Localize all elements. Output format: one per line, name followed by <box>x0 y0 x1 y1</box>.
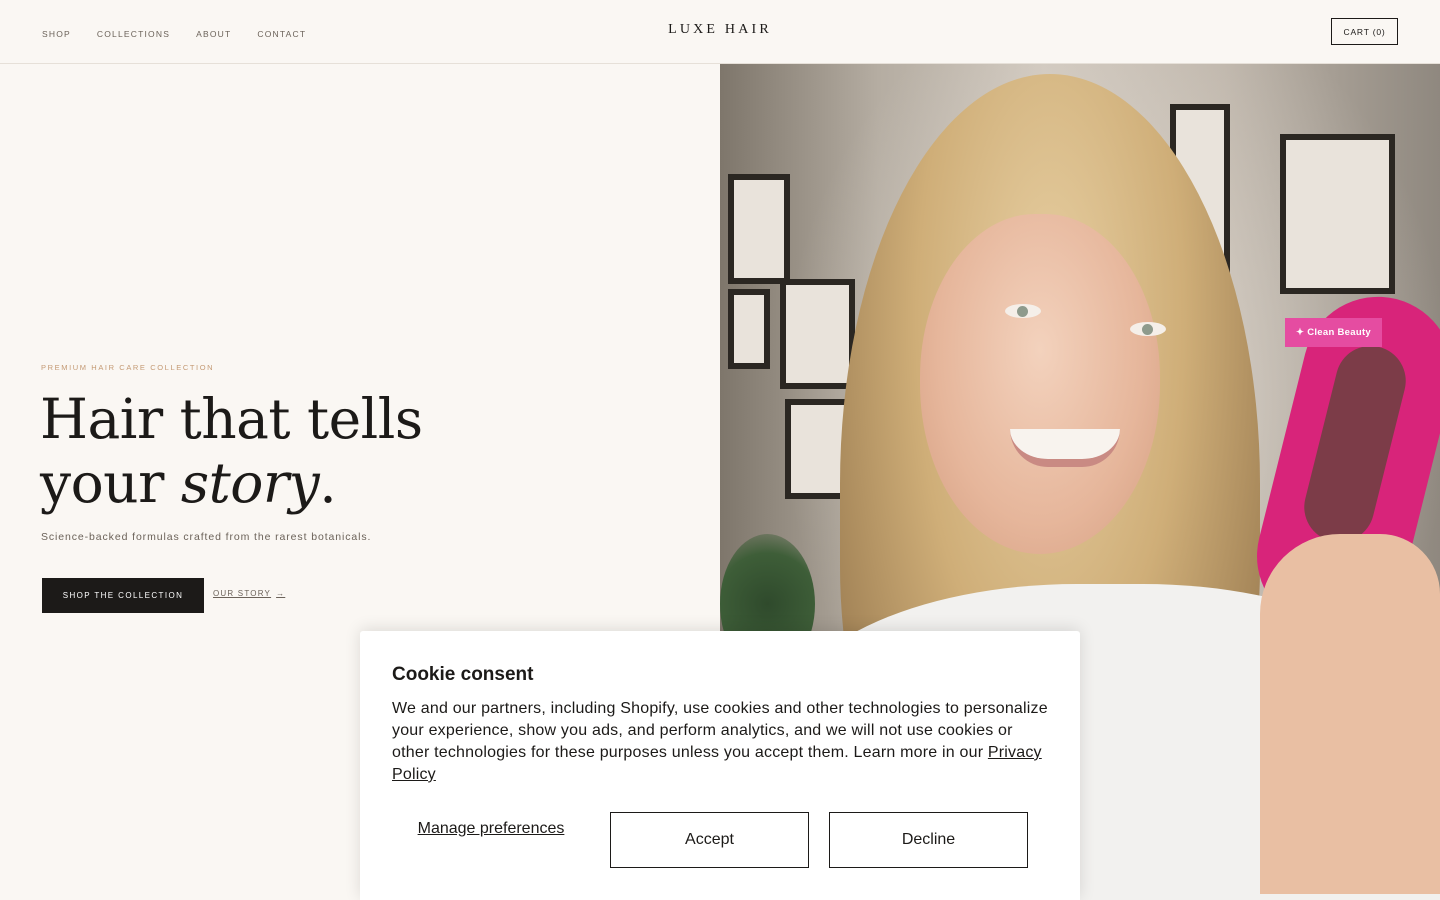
cookie-consent-dialog: Cookie consent We and our partners, incl… <box>360 631 1080 900</box>
cart-button[interactable]: CART (0) <box>1331 18 1398 45</box>
headline-line-2: your <box>40 451 181 515</box>
site-logo[interactable]: LUXE HAIR <box>0 22 1440 38</box>
model-eye <box>1005 304 1041 318</box>
our-story-link[interactable]: OUR STORY → <box>213 589 285 598</box>
manage-preferences-link[interactable]: Manage preferences <box>392 819 590 839</box>
headline-italic-word: story <box>180 451 320 515</box>
accept-button[interactable]: Accept <box>610 812 809 868</box>
hero-headline: Hair that tells your story. <box>40 387 423 515</box>
headline-line-1: Hair that tells <box>40 387 423 451</box>
cookie-body: We and our partners, including Shopify, … <box>392 698 1052 786</box>
cookie-title: Cookie consent <box>392 664 534 685</box>
site-header: SHOP COLLECTIONS ABOUT CONTACT LUXE HAIR… <box>0 0 1440 64</box>
decline-button[interactable]: Decline <box>829 812 1028 868</box>
clean-beauty-badge: ✦ Clean Beauty <box>1285 318 1382 347</box>
picture-frame <box>780 279 855 389</box>
picture-frame <box>728 174 790 284</box>
model-face <box>920 214 1160 554</box>
cookie-body-text: We and our partners, including Shopify, … <box>392 700 1048 761</box>
hero-subtitle: Science-backed formulas crafted from the… <box>41 531 372 543</box>
arrow-right-icon: → <box>276 589 286 598</box>
our-story-label: OUR STORY <box>213 589 272 598</box>
hero-eyebrow: PREMIUM HAIR CARE COLLECTION <box>41 363 215 372</box>
shop-collection-button[interactable]: SHOP THE COLLECTION <box>42 578 204 613</box>
headline-period: . <box>319 451 337 515</box>
picture-frame <box>1280 134 1395 294</box>
picture-frame <box>728 289 770 369</box>
model-hand <box>1260 534 1440 894</box>
model-eye <box>1130 322 1166 336</box>
